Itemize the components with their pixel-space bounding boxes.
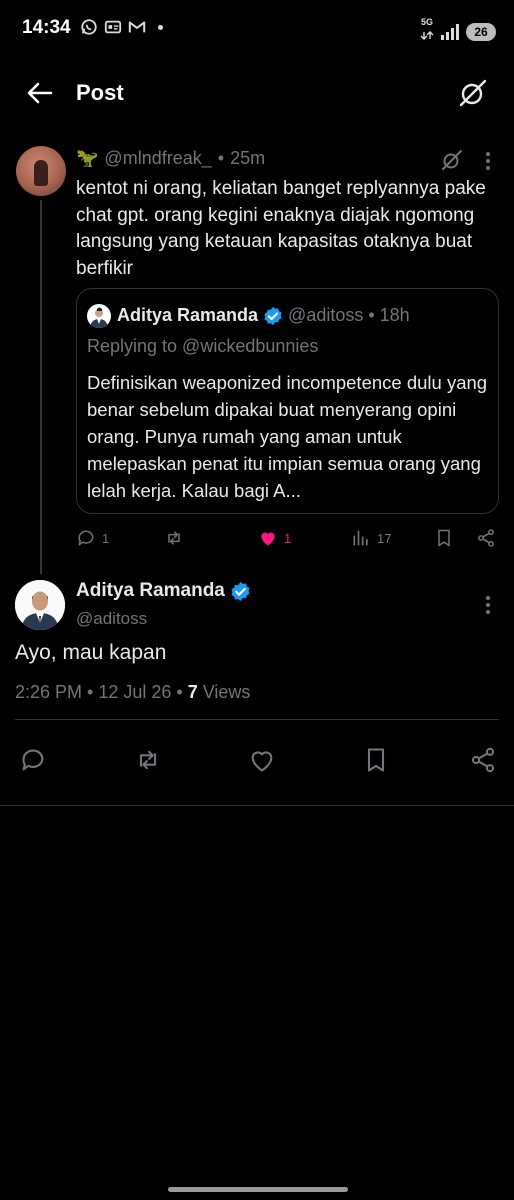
status-system-icons: 5G 26 bbox=[420, 18, 496, 45]
avatar[interactable] bbox=[16, 146, 66, 196]
status-bar: 14:34 5G 26 bbox=[0, 0, 514, 58]
verified-badge-icon bbox=[264, 306, 282, 325]
view-count: 17 bbox=[377, 530, 392, 546]
verified-badge-icon bbox=[231, 581, 250, 601]
whatsapp-icon bbox=[81, 19, 97, 35]
tweet-actions: 1 1 17 bbox=[76, 526, 500, 552]
meta-separator: • bbox=[217, 148, 225, 168]
contact-card-icon bbox=[104, 20, 122, 34]
divider bbox=[15, 719, 499, 720]
grok-icon[interactable] bbox=[458, 78, 488, 108]
bookmark-icon[interactable] bbox=[362, 746, 390, 774]
signal-icon bbox=[441, 23, 459, 40]
share-button[interactable] bbox=[476, 528, 496, 548]
quoted-tweet-text: Definisikan weaponized incompetence dulu… bbox=[87, 372, 488, 501]
more-options-icon[interactable] bbox=[485, 152, 491, 172]
bookmark-button[interactable] bbox=[434, 528, 454, 548]
author-name-row: Aditya Ramanda bbox=[76, 580, 256, 602]
battery-indicator: 26 bbox=[466, 22, 496, 41]
user-handle[interactable]: @mlndfreak_ bbox=[104, 148, 211, 169]
status-notification-icons bbox=[80, 18, 163, 36]
network-type: 5G bbox=[420, 17, 433, 27]
reply-count: 1 bbox=[102, 530, 110, 546]
repost-icon bbox=[168, 531, 180, 545]
thread-connector bbox=[40, 200, 42, 574]
divider bbox=[0, 805, 514, 806]
share-icon bbox=[478, 529, 494, 547]
tweet-text: Ayo, mau kapan bbox=[15, 641, 167, 664]
quoted-tweet[interactable]: Aditya Ramanda @aditoss • 18h Replying t… bbox=[76, 288, 499, 514]
gmail-icon bbox=[128, 21, 146, 33]
like-icon[interactable] bbox=[248, 746, 276, 774]
grok-icon[interactable] bbox=[441, 149, 463, 171]
tweet-actions bbox=[0, 746, 514, 778]
like-count: 1 bbox=[284, 530, 292, 546]
share-icon[interactable] bbox=[469, 746, 497, 774]
like-button[interactable]: 1 bbox=[258, 528, 291, 548]
top-app-bar: Post bbox=[0, 62, 514, 122]
tweet-time[interactable]: 25m bbox=[230, 148, 265, 169]
more-options-icon[interactable] bbox=[485, 596, 491, 616]
data-arrows-icon bbox=[420, 31, 434, 40]
reply-icon[interactable] bbox=[19, 746, 47, 774]
tweet-text: kentot ni orang, keliatan banget replyan… bbox=[76, 178, 486, 279]
bookmark-icon bbox=[438, 529, 450, 547]
views-label: Views bbox=[197, 682, 251, 702]
tweet-timestamp: 2:26 PM • 12 Jul 26 • bbox=[15, 682, 188, 702]
views-button[interactable]: 17 bbox=[351, 528, 391, 548]
repost-button[interactable] bbox=[164, 528, 184, 548]
reply-icon bbox=[78, 530, 94, 546]
user-name[interactable]: Aditya Ramanda bbox=[76, 580, 225, 602]
quoted-tweet-header: Aditya Ramanda @aditoss • 18h bbox=[117, 305, 410, 326]
page-title: Post bbox=[76, 80, 124, 105]
views-count: 7 bbox=[187, 682, 198, 702]
status-time: 14:34 bbox=[22, 17, 71, 38]
back-arrow-icon[interactable] bbox=[26, 79, 54, 107]
repost-icon[interactable] bbox=[134, 746, 162, 774]
more-notifications-dot bbox=[158, 24, 163, 30]
home-indicator[interactable] bbox=[168, 1187, 348, 1192]
replying-to: Replying to @wickedbunnies bbox=[87, 336, 319, 356]
reply-button[interactable]: 1 bbox=[76, 528, 109, 548]
analytics-icon bbox=[353, 530, 368, 546]
network-indicator: 5G bbox=[420, 18, 434, 45]
avatar bbox=[87, 304, 111, 328]
tweet-time: • 18h bbox=[368, 305, 410, 325]
tweet-meta: 🦖 @mlndfreak_ • 25m bbox=[76, 148, 265, 169]
user-name: Aditya Ramanda bbox=[117, 305, 259, 325]
tweet-timestamp-row: 2:26 PM • 12 Jul 26 • 7 Views bbox=[15, 682, 250, 703]
avatar[interactable] bbox=[15, 580, 65, 630]
heart-filled-icon bbox=[261, 532, 275, 546]
dinosaur-emoji-icon: 🦖 bbox=[76, 148, 99, 168]
user-handle: @aditoss bbox=[288, 305, 364, 325]
user-handle[interactable]: @aditoss bbox=[76, 609, 147, 629]
